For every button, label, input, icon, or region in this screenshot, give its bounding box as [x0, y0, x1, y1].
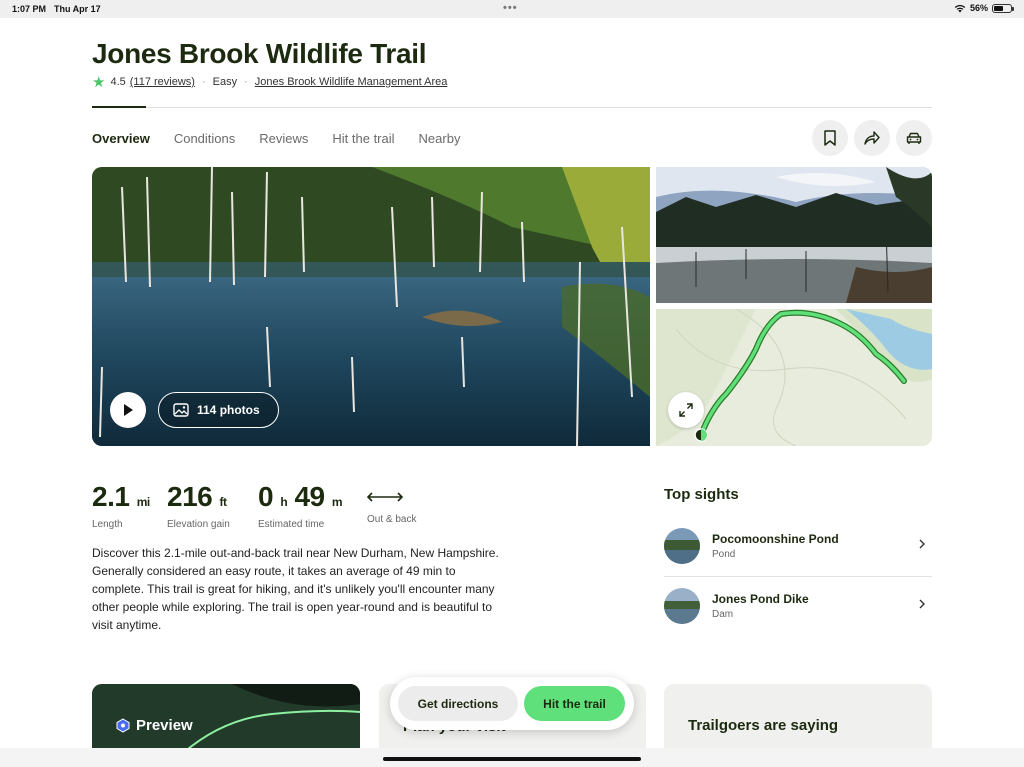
status-bar: 1:07 PM Thu Apr 17 ••• 56%	[0, 0, 1024, 18]
photos-count: 114 photos	[197, 403, 260, 417]
wifi-icon	[954, 4, 966, 12]
floating-cta-bar: Get directions Hit the trail	[390, 677, 634, 730]
battery-icon	[992, 3, 1014, 13]
play-icon	[124, 404, 133, 416]
length-unit: mi	[136, 495, 151, 509]
trail-description: Discover this 2.1-mile out-and-back trai…	[92, 546, 499, 632]
stat-length: 2.1 mi Length	[92, 481, 151, 531]
hexagon-icon	[116, 718, 130, 733]
time-hours-unit: h	[280, 495, 288, 509]
tab-nearby[interactable]: Nearby	[419, 131, 461, 146]
car-icon	[906, 132, 922, 144]
trailgoers-label: Trailgoers are saying	[688, 717, 839, 734]
top-sights-title: Top sights	[664, 486, 739, 503]
length-value: 2.1	[92, 481, 130, 512]
tab-reviews[interactable]: Reviews	[259, 131, 308, 146]
sight-type: Dam	[712, 609, 734, 620]
meta-separator: ·	[244, 76, 248, 88]
trail-meta: ★ 4.5 (117 reviews) · Easy · Jones Brook…	[92, 74, 447, 90]
image-icon	[173, 403, 189, 417]
stat-route: Out & back	[367, 482, 416, 525]
tab-hit-the-trail[interactable]: Hit the trail	[332, 131, 394, 146]
elevation-value: 216	[167, 481, 213, 512]
tab-conditions[interactable]: Conditions	[174, 131, 235, 146]
time-minutes: 49	[294, 481, 325, 512]
side-trail-photo[interactable]	[656, 167, 932, 303]
trail-title: Jones Brook Wildlife Trail	[92, 38, 427, 69]
status-date: Thu Apr 17	[54, 4, 101, 14]
stat-elevation: 216 ft Elevation gain	[167, 481, 230, 531]
time-hours: 0	[258, 481, 274, 512]
trail-map-illustration	[656, 309, 932, 446]
star-icon: ★	[92, 73, 106, 91]
preview-card[interactable]: Preview	[92, 684, 360, 754]
bookmark-button[interactable]	[812, 120, 848, 156]
tab-overview[interactable]: Overview	[92, 131, 150, 146]
trail-map[interactable]	[656, 309, 932, 446]
share-button[interactable]	[854, 120, 890, 156]
sight-item-jones-pond-dike[interactable]: Jones Pond Dike Dam	[664, 582, 932, 630]
reviews-link[interactable]: (117 reviews)	[130, 76, 195, 88]
sight-thumbnail	[664, 528, 700, 564]
preview-label: Preview	[136, 717, 193, 734]
drive-button[interactable]	[896, 120, 932, 156]
stat-time: 0 h 49 m Estimated time	[258, 481, 343, 531]
hit-the-trail-button[interactable]: Hit the trail	[524, 686, 625, 721]
sight-type: Pond	[712, 549, 736, 560]
area-link[interactable]: Jones Brook Wildlife Management Area	[255, 76, 448, 88]
preview-label-group: Preview	[116, 717, 193, 734]
multitasking-dots-icon[interactable]: •••	[503, 2, 518, 14]
sight-name: Jones Pond Dike	[712, 592, 809, 606]
sight-thumbnail	[664, 588, 700, 624]
battery-percent: 56%	[969, 3, 988, 13]
meta-separator: ·	[201, 76, 206, 88]
time-label: Estimated time	[258, 519, 325, 530]
elevation-label: Elevation gain	[167, 519, 230, 530]
difficulty-label: Easy	[212, 76, 238, 88]
photos-button[interactable]: 114 photos	[158, 392, 279, 428]
share-icon	[864, 131, 880, 145]
sight-name: Pocomoonshine Pond	[712, 532, 839, 546]
trailgoers-card[interactable]: Trailgoers are saying	[664, 684, 932, 754]
active-tab-indicator	[92, 106, 146, 108]
sight-item-pocomoonshine-pond[interactable]: Pocomoonshine Pond Pond	[664, 522, 932, 570]
winter-pond-illustration	[656, 167, 932, 303]
sights-divider	[664, 576, 932, 577]
elevation-unit: ft	[219, 495, 228, 509]
out-and-back-icon	[367, 492, 403, 502]
home-indicator[interactable]	[383, 757, 641, 761]
tab-divider	[92, 107, 932, 108]
get-directions-button[interactable]: Get directions	[398, 686, 518, 721]
route-label: Out & back	[367, 514, 417, 525]
rating-value: 4.5	[110, 76, 126, 88]
chevron-right-icon	[919, 539, 925, 549]
status-time: 1:07 PM	[12, 4, 47, 14]
expand-icon	[679, 403, 693, 417]
chevron-right-icon	[919, 599, 925, 609]
play-video-button[interactable]	[110, 392, 146, 428]
time-minutes-unit: m	[331, 495, 343, 509]
bookmark-icon	[824, 130, 836, 146]
tab-bar: Overview Conditions Reviews Hit the trai…	[92, 131, 460, 146]
expand-map-button[interactable]	[668, 392, 704, 428]
length-label: Length	[92, 519, 123, 530]
